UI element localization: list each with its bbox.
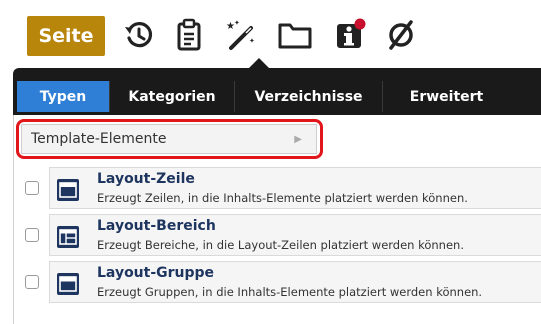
tab-kategorien[interactable]: Kategorien [110, 81, 235, 112]
list-item: Layout-Bereich Erzeugt Bereiche, in die … [14, 212, 541, 256]
svg-text:✦: ✦ [234, 19, 240, 27]
element-checkbox[interactable] [25, 275, 39, 289]
element-card[interactable]: Layout-Zeile Erzeugt Zeilen, in die Inha… [49, 167, 541, 209]
tab-typen[interactable]: Typen [17, 81, 110, 112]
toolbar: Seite ★ ✦ ✦ [0, 0, 541, 68]
info-icon[interactable] [333, 18, 367, 52]
folder-icon[interactable] [278, 18, 312, 52]
empty-set-icon[interactable] [384, 18, 418, 52]
panel-content: Template-Elemente ▶ Layout-Zeile Erzeugt… [13, 115, 541, 324]
breadcrumb-select[interactable]: Template-Elemente ▶ [21, 124, 317, 154]
element-title: Layout-Bereich [97, 218, 216, 234]
clipboard-icon[interactable] [172, 18, 206, 52]
element-checkbox[interactable] [25, 181, 39, 195]
layout-row-icon [57, 179, 79, 201]
element-checkbox[interactable] [25, 228, 39, 242]
layout-group-icon [57, 273, 79, 295]
element-description: Erzeugt Gruppen, in die Inhalts-Elemente… [97, 285, 483, 299]
chevron-right-icon: ▶ [294, 134, 302, 145]
tab-verzeichnisse[interactable]: Verzeichnisse [235, 81, 383, 112]
element-card[interactable]: Layout-Gruppe Erzeugt Gruppen, in die In… [49, 261, 541, 303]
svg-text:✦: ✦ [249, 37, 255, 45]
tab-erweitert[interactable]: Erweitert [383, 81, 510, 112]
history-icon[interactable] [122, 18, 156, 52]
breadcrumb-label: Template-Elemente [31, 131, 167, 147]
magic-wand-icon[interactable]: ★ ✦ ✦ [224, 18, 258, 52]
element-description: Erzeugt Bereiche, in die Layout-Zeilen p… [97, 238, 464, 252]
element-title: Layout-Zeile [97, 171, 195, 187]
list-item: Layout-Zeile Erzeugt Zeilen, in die Inha… [14, 165, 541, 209]
list-item: Layout-Gruppe Erzeugt Gruppen, in die In… [14, 259, 541, 303]
element-description: Erzeugt Zeilen, in die Inhalts-Elemente … [97, 191, 468, 205]
element-card[interactable]: Layout-Bereich Erzeugt Bereiche, in die … [49, 214, 541, 256]
page-button[interactable]: Seite [27, 16, 105, 56]
notification-badge [354, 18, 366, 30]
element-title: Layout-Gruppe [97, 265, 215, 281]
layout-area-icon [57, 226, 79, 248]
tab-bar: Typen Kategorien Verzeichnisse Erweitert [17, 81, 510, 112]
element-picker-panel: Typen Kategorien Verzeichnisse Erweitert… [13, 68, 541, 324]
